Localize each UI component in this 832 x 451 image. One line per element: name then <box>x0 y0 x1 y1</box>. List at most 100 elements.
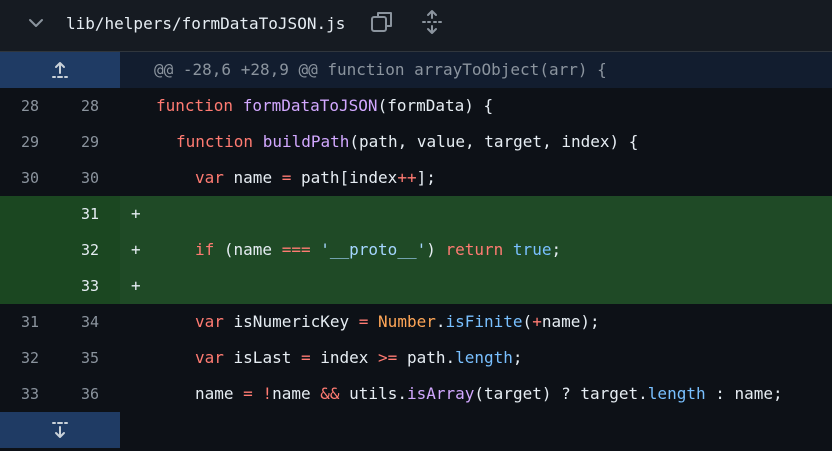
code-line: function buildPath(path, value, target, … <box>176 124 638 160</box>
operator: ++ <box>397 168 417 187</box>
file-path[interactable]: lib/helpers/formDataToJSON.js <box>66 13 345 35</box>
operator: = <box>300 348 311 367</box>
code-text: name <box>272 384 321 403</box>
old-line-number[interactable]: 32 <box>0 340 39 376</box>
copy-icon[interactable] <box>369 9 395 35</box>
new-line-number[interactable]: 36 <box>60 376 99 412</box>
code-line: name = !name && utils.isArray(target) ? … <box>195 376 783 412</box>
code-text: isLast <box>223 348 301 367</box>
code-line: if (name === '__proto__') return true; <box>195 232 561 268</box>
expand-down-button[interactable] <box>0 412 120 448</box>
added-marker: + <box>131 240 141 259</box>
new-line-number[interactable]: 28 <box>60 88 99 124</box>
method-name: isArray <box>406 384 475 403</box>
added-code-bg <box>120 196 832 232</box>
operator: && <box>320 384 340 403</box>
operator: + <box>532 312 542 331</box>
new-line-number[interactable]: 35 <box>60 340 99 376</box>
expand-down-row <box>0 412 832 448</box>
code-text: (path, value, target, index) { <box>349 132 639 151</box>
function-name: buildPath <box>262 132 350 151</box>
keyword: if <box>195 240 215 259</box>
code-text: name); <box>541 312 600 331</box>
keyword: function <box>176 132 254 151</box>
method-name: isFinite <box>445 312 523 331</box>
code-text: name <box>223 168 282 187</box>
code-text: ; <box>512 348 523 367</box>
diff-line: 32 35 var isLast = index >= path.length; <box>0 340 832 376</box>
old-line-number[interactable]: 33 <box>0 376 39 412</box>
old-line-number[interactable]: 31 <box>0 304 39 340</box>
string-literal: '__proto__' <box>320 240 427 259</box>
code-text: index <box>310 348 379 367</box>
code-text: path. <box>397 348 456 367</box>
new-line-number[interactable]: 29 <box>60 124 99 160</box>
diff-line: 31 34 var isNumericKey = Number.isFinite… <box>0 304 832 340</box>
added-marker: + <box>131 276 141 295</box>
code-text: ( <box>522 312 533 331</box>
diff-line: 28 28 function formDataToJSON(formData) … <box>0 88 832 124</box>
added-code-bg <box>120 268 832 304</box>
keyword: var <box>195 168 224 187</box>
hunk-header: @@ -28,6 +28,9 @@ function arrayToObject… <box>154 60 607 79</box>
code-line: var isLast = index >= path.length; <box>195 340 523 376</box>
code-text: ]; <box>416 168 436 187</box>
code-text: (name <box>214 240 282 259</box>
code-text: name <box>195 384 244 403</box>
expand-up-button[interactable] <box>0 52 120 88</box>
diff-line-added: 33 + <box>0 268 832 304</box>
code-line: var isNumericKey = Number.isFinite(+name… <box>195 304 600 340</box>
old-line-number[interactable]: 30 <box>0 160 39 196</box>
keyword: return <box>445 240 504 259</box>
diff-line: 33 36 name = !name && utils.isArray(targ… <box>0 376 832 412</box>
new-line-number[interactable]: 34 <box>60 304 99 340</box>
operator: ! <box>262 384 273 403</box>
hunk-header-row: @@ -28,6 +28,9 @@ function arrayToObject… <box>0 52 832 88</box>
property-name: length <box>455 348 513 367</box>
keyword: var <box>195 348 224 367</box>
file-header: lib/helpers/formDataToJSON.js <box>0 0 832 52</box>
old-line-number[interactable]: 29 <box>0 124 39 160</box>
operator: = <box>281 168 292 187</box>
keyword: var <box>195 312 224 331</box>
diff-line-added: 32 + if (name === '__proto__') return tr… <box>0 232 832 268</box>
operator: === <box>281 240 311 259</box>
keyword: function <box>156 96 234 115</box>
operator: = <box>358 312 369 331</box>
new-line-number[interactable]: 33 <box>60 268 99 304</box>
boolean-literal: true <box>512 240 552 259</box>
added-marker: + <box>131 204 141 223</box>
code-text: ) <box>426 240 446 259</box>
code-text: : name; <box>705 384 783 403</box>
function-name: formDataToJSON <box>242 96 378 115</box>
operator: = <box>243 384 253 403</box>
new-line-number[interactable]: 31 <box>60 196 99 232</box>
new-line-number[interactable]: 30 <box>60 160 99 196</box>
diff-line: 30 30 var name = path[index++]; <box>0 160 832 196</box>
expand-all-icon[interactable] <box>420 9 444 35</box>
diff-line-added: 31 + <box>0 196 832 232</box>
expand-up-icon[interactable] <box>50 60 70 80</box>
code-text: ; <box>551 240 562 259</box>
class-name: Number <box>378 312 436 331</box>
code-text: utils. <box>339 384 407 403</box>
chevron-down-icon[interactable] <box>26 13 46 33</box>
diff-view: @@ -28,6 +28,9 @@ function arrayToObject… <box>0 52 832 448</box>
code-text: isNumericKey <box>223 312 359 331</box>
operator: >= <box>378 348 398 367</box>
expand-row-spacer <box>120 412 832 448</box>
property-name: length <box>647 384 706 403</box>
new-line-number[interactable]: 32 <box>60 232 99 268</box>
code-line: function formDataToJSON(formData) { <box>156 88 493 124</box>
expand-down-icon[interactable] <box>50 420 70 440</box>
code-text: (formData) { <box>377 96 494 115</box>
diff-line: 29 29 function buildPath(path, value, ta… <box>0 124 832 160</box>
old-line-number[interactable]: 28 <box>0 88 39 124</box>
code-text: (target) ? target. <box>474 384 648 403</box>
code-text: path[index <box>291 168 398 187</box>
code-line: var name = path[index++]; <box>195 160 436 196</box>
